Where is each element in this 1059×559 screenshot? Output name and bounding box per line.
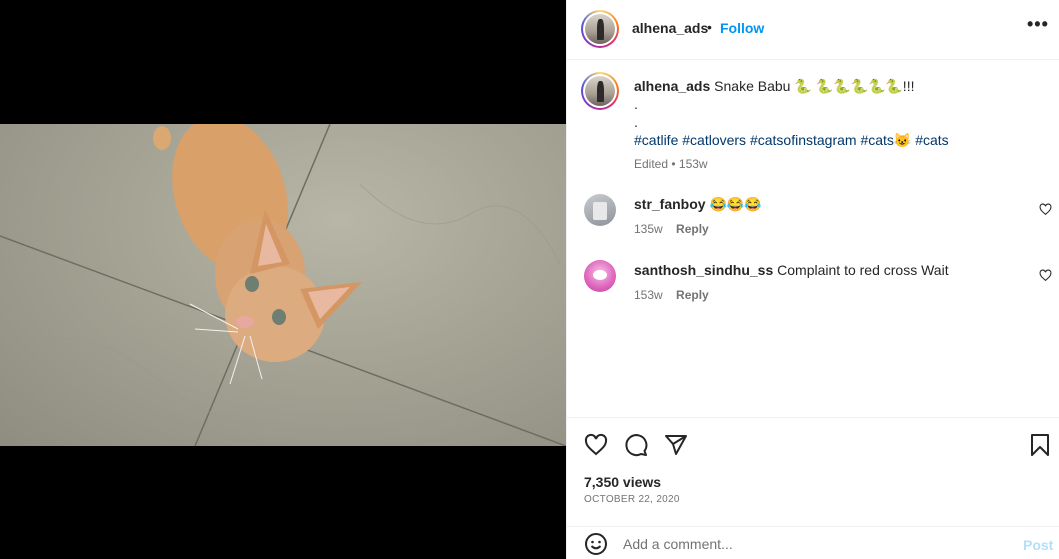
comment-composer: Post: [567, 526, 1059, 559]
post-caption: alhena_ads Snake Babu 🐍 🐍🐍🐍🐍🐍!!! . . #ca…: [634, 77, 1034, 173]
caption-hashtags[interactable]: #catlife #catlovers #catsofinstagram #ca…: [634, 131, 1034, 149]
author-avatar[interactable]: [581, 10, 619, 48]
comment-item: santhosh_sindhu_ss Complaint to red cros…: [634, 261, 949, 279]
separator-dot: •: [707, 19, 712, 35]
view-count[interactable]: 7,350 views: [584, 474, 661, 490]
reply-button[interactable]: Reply: [676, 288, 709, 302]
video-player[interactable]: [0, 124, 566, 446]
caption-meta: Edited • 153w: [634, 157, 708, 171]
caption-line-dot-1: .: [634, 96, 638, 112]
reply-button[interactable]: Reply: [676, 222, 709, 236]
comment-age: 135w: [634, 222, 663, 236]
post-date: OCTOBER 22, 2020: [584, 494, 680, 505]
comment-bubble-icon[interactable]: [624, 433, 648, 457]
comment-text: 😂😂😂: [709, 196, 762, 212]
caption-text: Snake Babu 🐍 🐍🐍🐍🐍🐍!!!: [714, 78, 915, 94]
commenter-avatar[interactable]: [584, 194, 616, 226]
commenter-avatar[interactable]: [584, 260, 616, 292]
comment-meta: 135w Reply: [634, 222, 719, 236]
author-username[interactable]: alhena_ads: [632, 20, 708, 36]
media-pane: [0, 0, 566, 559]
like-comment-heart-icon[interactable]: [1039, 269, 1052, 282]
post-actions: 7,350 views OCTOBER 22, 2020: [567, 417, 1059, 517]
caption-author-avatar[interactable]: [581, 72, 619, 110]
post-detail-panel: alhena_ads • Follow ••• alhena_ads Snake…: [566, 0, 1059, 559]
caption-username[interactable]: alhena_ads: [634, 78, 710, 94]
save-bookmark-icon[interactable]: [1029, 433, 1051, 457]
comment-age: 153w: [634, 288, 663, 302]
post-comment-button[interactable]: Post: [1023, 537, 1053, 553]
follow-button[interactable]: Follow: [720, 20, 764, 36]
comment-item: str_fanboy 😂😂😂: [634, 195, 762, 213]
like-comment-heart-icon[interactable]: [1039, 203, 1052, 216]
comments-list: alhena_ads Snake Babu 🐍 🐍🐍🐍🐍🐍!!! . . #ca…: [567, 60, 1059, 417]
more-options-icon[interactable]: •••: [1027, 14, 1049, 35]
comment-text: Complaint to red cross Wait: [777, 262, 949, 278]
post-header: alhena_ads • Follow •••: [567, 0, 1059, 60]
comment-meta: 153w Reply: [634, 288, 719, 302]
comment-input[interactable]: [623, 536, 1003, 552]
comment-username[interactable]: str_fanboy: [634, 196, 706, 212]
caption-line-dot-2: .: [634, 114, 638, 130]
share-send-icon[interactable]: [664, 433, 688, 457]
like-heart-icon[interactable]: [584, 433, 608, 457]
comment-username[interactable]: santhosh_sindhu_ss: [634, 262, 773, 278]
cat-video-frame: [0, 124, 566, 446]
emoji-smiley-icon[interactable]: [584, 532, 608, 556]
